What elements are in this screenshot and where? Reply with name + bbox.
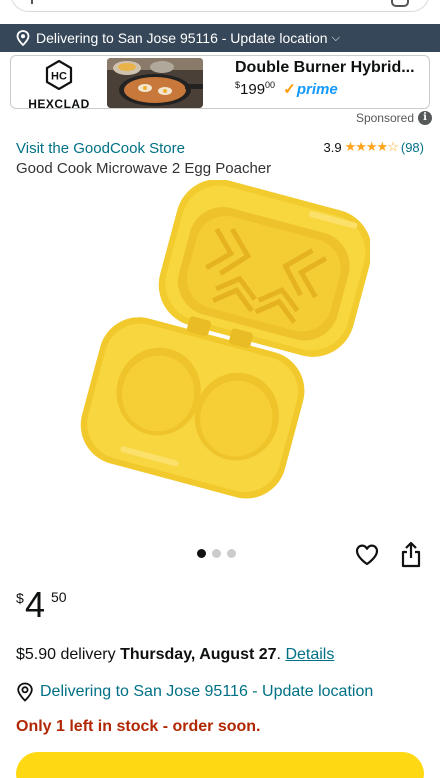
location-bar-text: Delivering to San Jose 95116 - Update lo… — [36, 30, 328, 46]
product-title: Good Cook Microwave 2 Egg Poacher — [16, 160, 272, 177]
price-whole: 4 — [25, 584, 46, 625]
delivery-fee: $5.90 delivery — [16, 646, 116, 663]
price-currency: $ — [16, 590, 24, 606]
delivery-location-bar[interactable]: Delivering to San Jose 95116 - Update lo… — [0, 24, 440, 52]
star-rating-icon: ★★★★☆ — [344, 139, 399, 154]
share-icon[interactable] — [400, 541, 422, 569]
carousel-dot[interactable] — [197, 549, 206, 558]
delivery-info: $5.90 delivery Thursday, August 27. Deta… — [16, 646, 334, 664]
price-fraction: 50 — [51, 589, 67, 605]
plus-icon[interactable] — [27, 0, 37, 4]
add-to-cart-button[interactable] — [16, 752, 424, 778]
carousel-dot[interactable] — [227, 549, 236, 558]
rating-count[interactable]: (98) — [401, 140, 424, 155]
brand-name: HEXCLAD — [28, 97, 90, 111]
stock-warning: Only 1 left in stock - order soon. — [16, 718, 261, 735]
rating-summary[interactable]: 3.9 ★★★★☆ (98) — [324, 139, 424, 155]
location-pin-icon — [16, 30, 30, 46]
prime-label: prime — [296, 81, 338, 98]
product-image[interactable] — [70, 180, 370, 510]
sponsored-ad-banner[interactable]: HC HEXCLAD Double Burner Hybrid... $1990… — [10, 55, 430, 111]
ad-product-image[interactable] — [107, 58, 203, 108]
search-bar-partial[interactable] — [0, 0, 440, 24]
details-link[interactable]: Details — [285, 646, 334, 663]
carousel-dot[interactable] — [212, 549, 221, 558]
deliver-to-link[interactable]: Delivering to San Jose 95116 - Update lo… — [16, 682, 373, 702]
rating-value: 3.9 — [323, 139, 342, 155]
ad-title[interactable]: Double Burner Hybrid... — [235, 59, 415, 77]
chevron-down-icon: ⌵ — [331, 31, 340, 44]
sponsored-text: Sponsored — [355, 111, 414, 125]
delivery-period: . — [276, 646, 281, 663]
deliver-to-text[interactable]: Delivering to San Jose 95116 - Update lo… — [40, 683, 373, 701]
prime-check-icon: ✓ — [283, 81, 296, 98]
image-carousel-dots[interactable] — [197, 549, 236, 558]
search-field[interactable] — [10, 0, 430, 12]
sponsored-label[interactable]: Sponsored i — [356, 111, 432, 125]
prime-badge: ✓prime — [283, 81, 337, 98]
location-pin-icon — [17, 682, 33, 702]
hexclad-logo-icon: HC — [45, 59, 73, 91]
ad-price: $19900 ✓prime — [235, 80, 338, 98]
brand-logo: HC HEXCLAD — [19, 59, 99, 111]
delivery-date: Thursday, August 27 — [120, 646, 277, 663]
brand-mark-text: HC — [51, 71, 67, 83]
ad-price-fraction: 00 — [265, 80, 276, 90]
heart-icon[interactable] — [354, 542, 380, 568]
camera-icon[interactable] — [391, 0, 409, 7]
store-link[interactable]: Visit the GoodCook Store — [16, 140, 185, 157]
ad-price-whole: 199 — [240, 81, 266, 98]
info-icon[interactable]: i — [418, 111, 432, 125]
